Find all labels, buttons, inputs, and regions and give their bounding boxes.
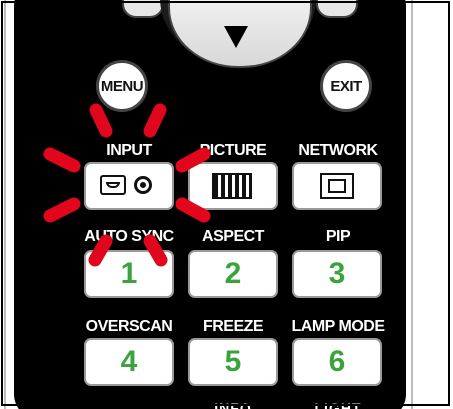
- remote-control-view: MENU EXIT INPUT PICTURE NETWORK AUTO SYN…: [0, 0, 453, 409]
- image-border: [1, 1, 450, 406]
